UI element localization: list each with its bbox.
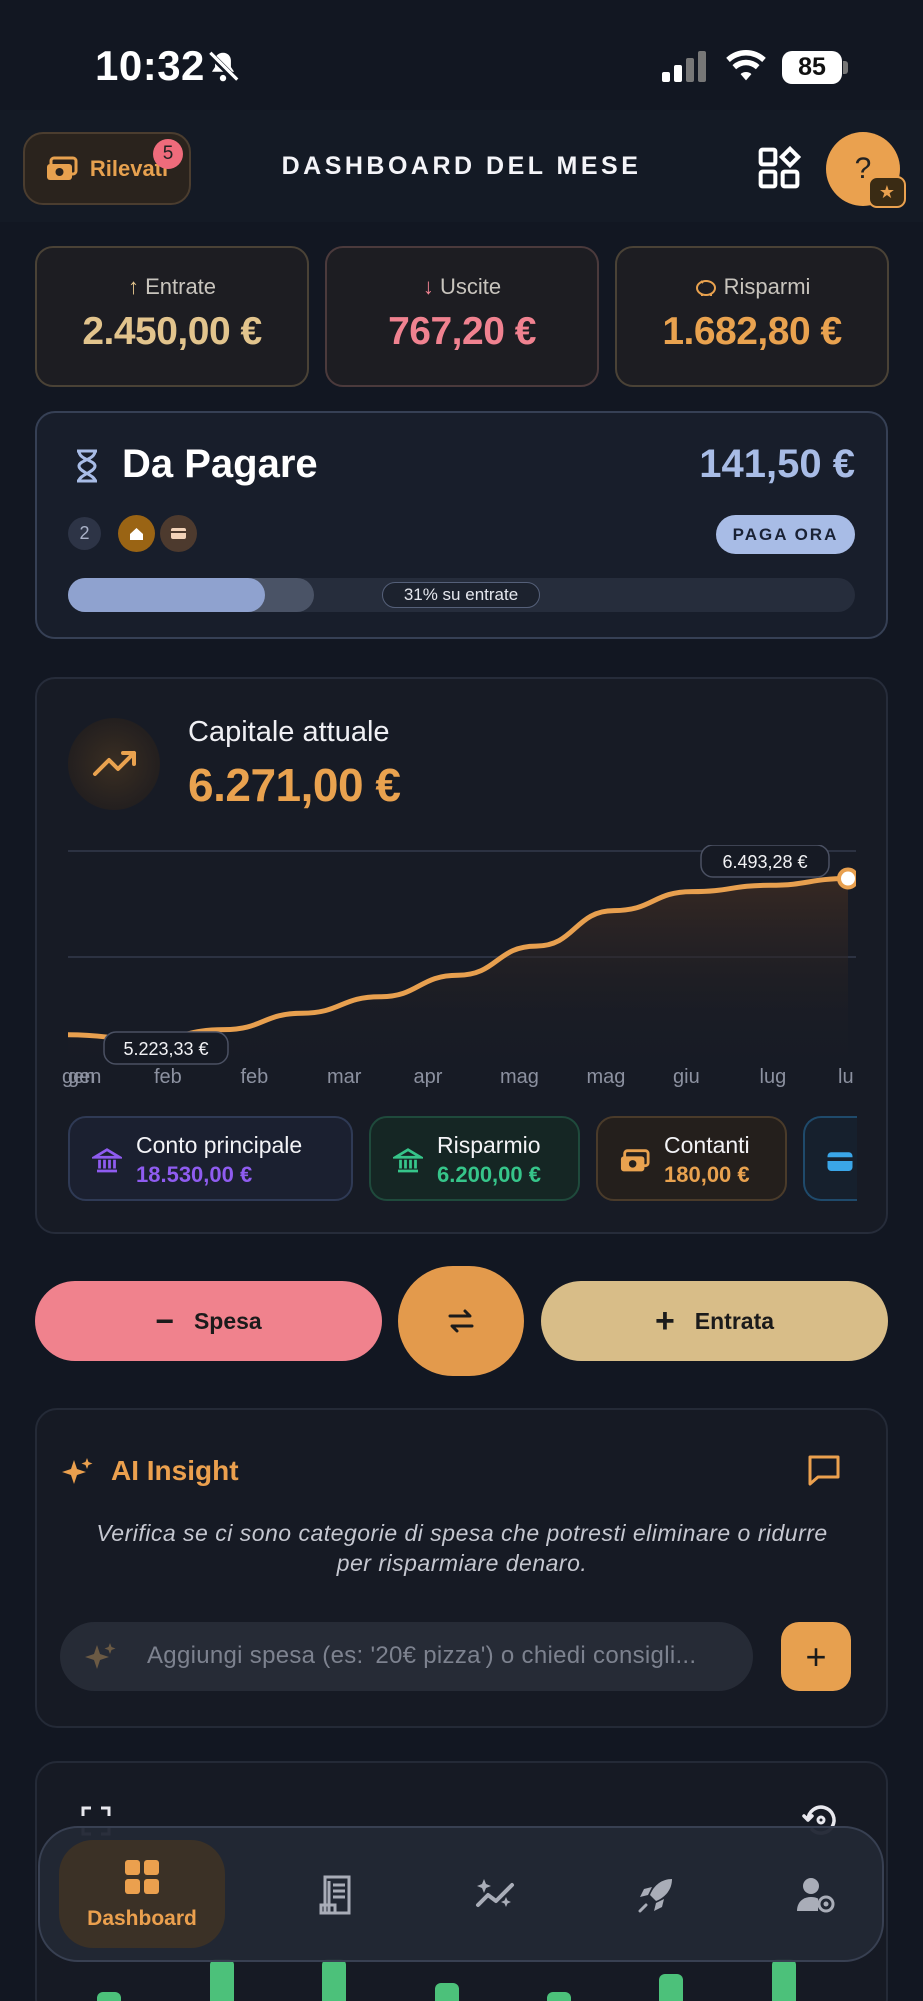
wifi-icon (726, 50, 766, 81)
trend-up-icon (68, 718, 160, 810)
account-balance: 18.530,00 € (136, 1162, 253, 1187)
x-tick-label: feb (240, 1066, 269, 1088)
account-chip-wallet[interactable] (803, 1116, 857, 1201)
min-value-annotation: 5.223,33 € (103, 1031, 229, 1065)
cash-icon (620, 1149, 650, 1172)
max-value-label: 6.493,28 € (722, 852, 807, 872)
wallet-icon (827, 1152, 853, 1171)
savings-value: 1.682,80 € (662, 310, 842, 353)
capital-value: 6.271,00 € (188, 759, 401, 811)
transfer-icon (448, 1309, 474, 1333)
progress-label: 31% su entrate (382, 582, 540, 608)
expense-value: 767,20 € (388, 310, 536, 353)
chat-icon[interactable] (806, 1453, 842, 1487)
pay-now-button[interactable]: PAGA ORA (716, 515, 855, 554)
page-title: DASHBOARD DEL MESE (281, 152, 642, 180)
account-balance: 180,00 € (664, 1162, 750, 1187)
spending-bar (210, 1959, 234, 2001)
plus-icon: + (805, 1635, 827, 1677)
spending-bar (97, 1992, 121, 2001)
spending-bar (322, 1959, 346, 2001)
bell-off-icon (206, 50, 240, 84)
piggy-bank-icon (695, 280, 716, 296)
expense-label: ↓ Uscite (422, 274, 502, 299)
detected-count-badge: 5 (153, 139, 183, 169)
to-pay-amount: 141,50 € (699, 442, 855, 486)
signal-icon (662, 51, 706, 82)
battery-tip (843, 61, 848, 74)
x-tick-label: mar (327, 1066, 362, 1088)
min-value-label: 5.223,33 € (123, 1039, 208, 1059)
savings-label: Risparmi (617, 274, 887, 300)
account-chip-savings[interactable]: Risparmio 6.200,00 € (369, 1116, 580, 1201)
account-balance: 6.200,00 € (437, 1162, 541, 1187)
sparkle-icon (62, 1458, 93, 1484)
credit-card-icon (160, 515, 197, 552)
savings-summary-card[interactable]: Risparmi 1.682,80 € (615, 246, 889, 387)
income-summary-card[interactable]: ↑ Entrate 2.450,00 € (35, 246, 309, 387)
cash-icon (46, 156, 78, 180)
spending-bar (772, 1959, 796, 2001)
user-settings-icon[interactable] (794, 1873, 838, 1917)
battery-indicator: 85 (782, 51, 842, 84)
plus-icon: + (654, 1302, 675, 1340)
account-name: Risparmio (437, 1132, 541, 1158)
account-chip-main[interactable]: Conto principale 18.530,00 € (68, 1116, 353, 1201)
add-income-button[interactable]: + Entrata (541, 1281, 888, 1361)
nav-dashboard-label: Dashboard (87, 1907, 197, 1930)
bank-icon (92, 1148, 122, 1173)
to-pay-count-badge: 2 (68, 517, 101, 550)
add-expense-label: Spesa (193, 1307, 262, 1334)
home-icon (118, 515, 155, 552)
ai-input-placeholder: Aggiungi spesa (es: '20€ pizza') o chied… (147, 1642, 697, 1669)
add-expense-button[interactable]: − Spesa (35, 1281, 382, 1361)
magic-chart-icon[interactable] (474, 1873, 518, 1917)
to-pay-title: Da Pagare (122, 442, 318, 486)
spending-bar (659, 1974, 683, 2001)
ai-insight-title: AI Insight (111, 1455, 239, 1486)
x-tick-label: lu (838, 1066, 854, 1088)
income-value: 2.450,00 € (82, 310, 262, 353)
spending-bar (435, 1983, 459, 2001)
capital-chart: 5.223,33 € 6.493,28 € (68, 845, 856, 1075)
status-time: 10:32 (95, 42, 205, 89)
progress-fill (68, 578, 265, 612)
widgets-icon[interactable] (757, 146, 801, 190)
dashboard-icon (125, 1860, 159, 1894)
bank-icon (393, 1148, 423, 1173)
minus-icon: − (155, 1303, 174, 1339)
last-point-marker (837, 867, 856, 890)
hourglass-icon (77, 449, 97, 483)
star-icon: ★ (868, 176, 906, 208)
max-value-annotation: 6.493,28 € (700, 845, 830, 878)
x-tick-label: mag (586, 1066, 626, 1088)
x-tick-label: giu (673, 1066, 700, 1088)
add-income-label: Entrata (694, 1307, 775, 1334)
ai-insight-text: Verifica se ci sono categorie di spesa c… (96, 1520, 828, 1576)
x-tick-label: apr (413, 1066, 443, 1088)
ai-submit-button[interactable]: + (781, 1622, 851, 1691)
capital-label: Capitale attuale (188, 716, 390, 748)
rocket-icon[interactable] (634, 1873, 678, 1917)
x-tick-label: gen (68, 1066, 102, 1088)
account-name: Conto principale (136, 1132, 303, 1158)
income-label: ↑ Entrate (127, 274, 217, 299)
arrow-up-icon: ↑ (127, 274, 139, 299)
arrow-down-icon: ↓ (422, 274, 434, 299)
receipt-icon[interactable] (315, 1873, 359, 1917)
account-name: Contanti (664, 1132, 750, 1158)
spending-bar (547, 1992, 571, 2001)
sparkle-icon (85, 1643, 116, 1669)
transfer-button[interactable] (398, 1266, 524, 1376)
account-chip-cash[interactable]: Contanti 180,00 € (596, 1116, 787, 1201)
x-tick-label: mag (500, 1066, 539, 1088)
expense-summary-card[interactable]: ↓ Uscite 767,20 € (325, 246, 599, 387)
x-tick-label: lug (759, 1066, 787, 1088)
x-tick-label: feb (154, 1066, 182, 1088)
